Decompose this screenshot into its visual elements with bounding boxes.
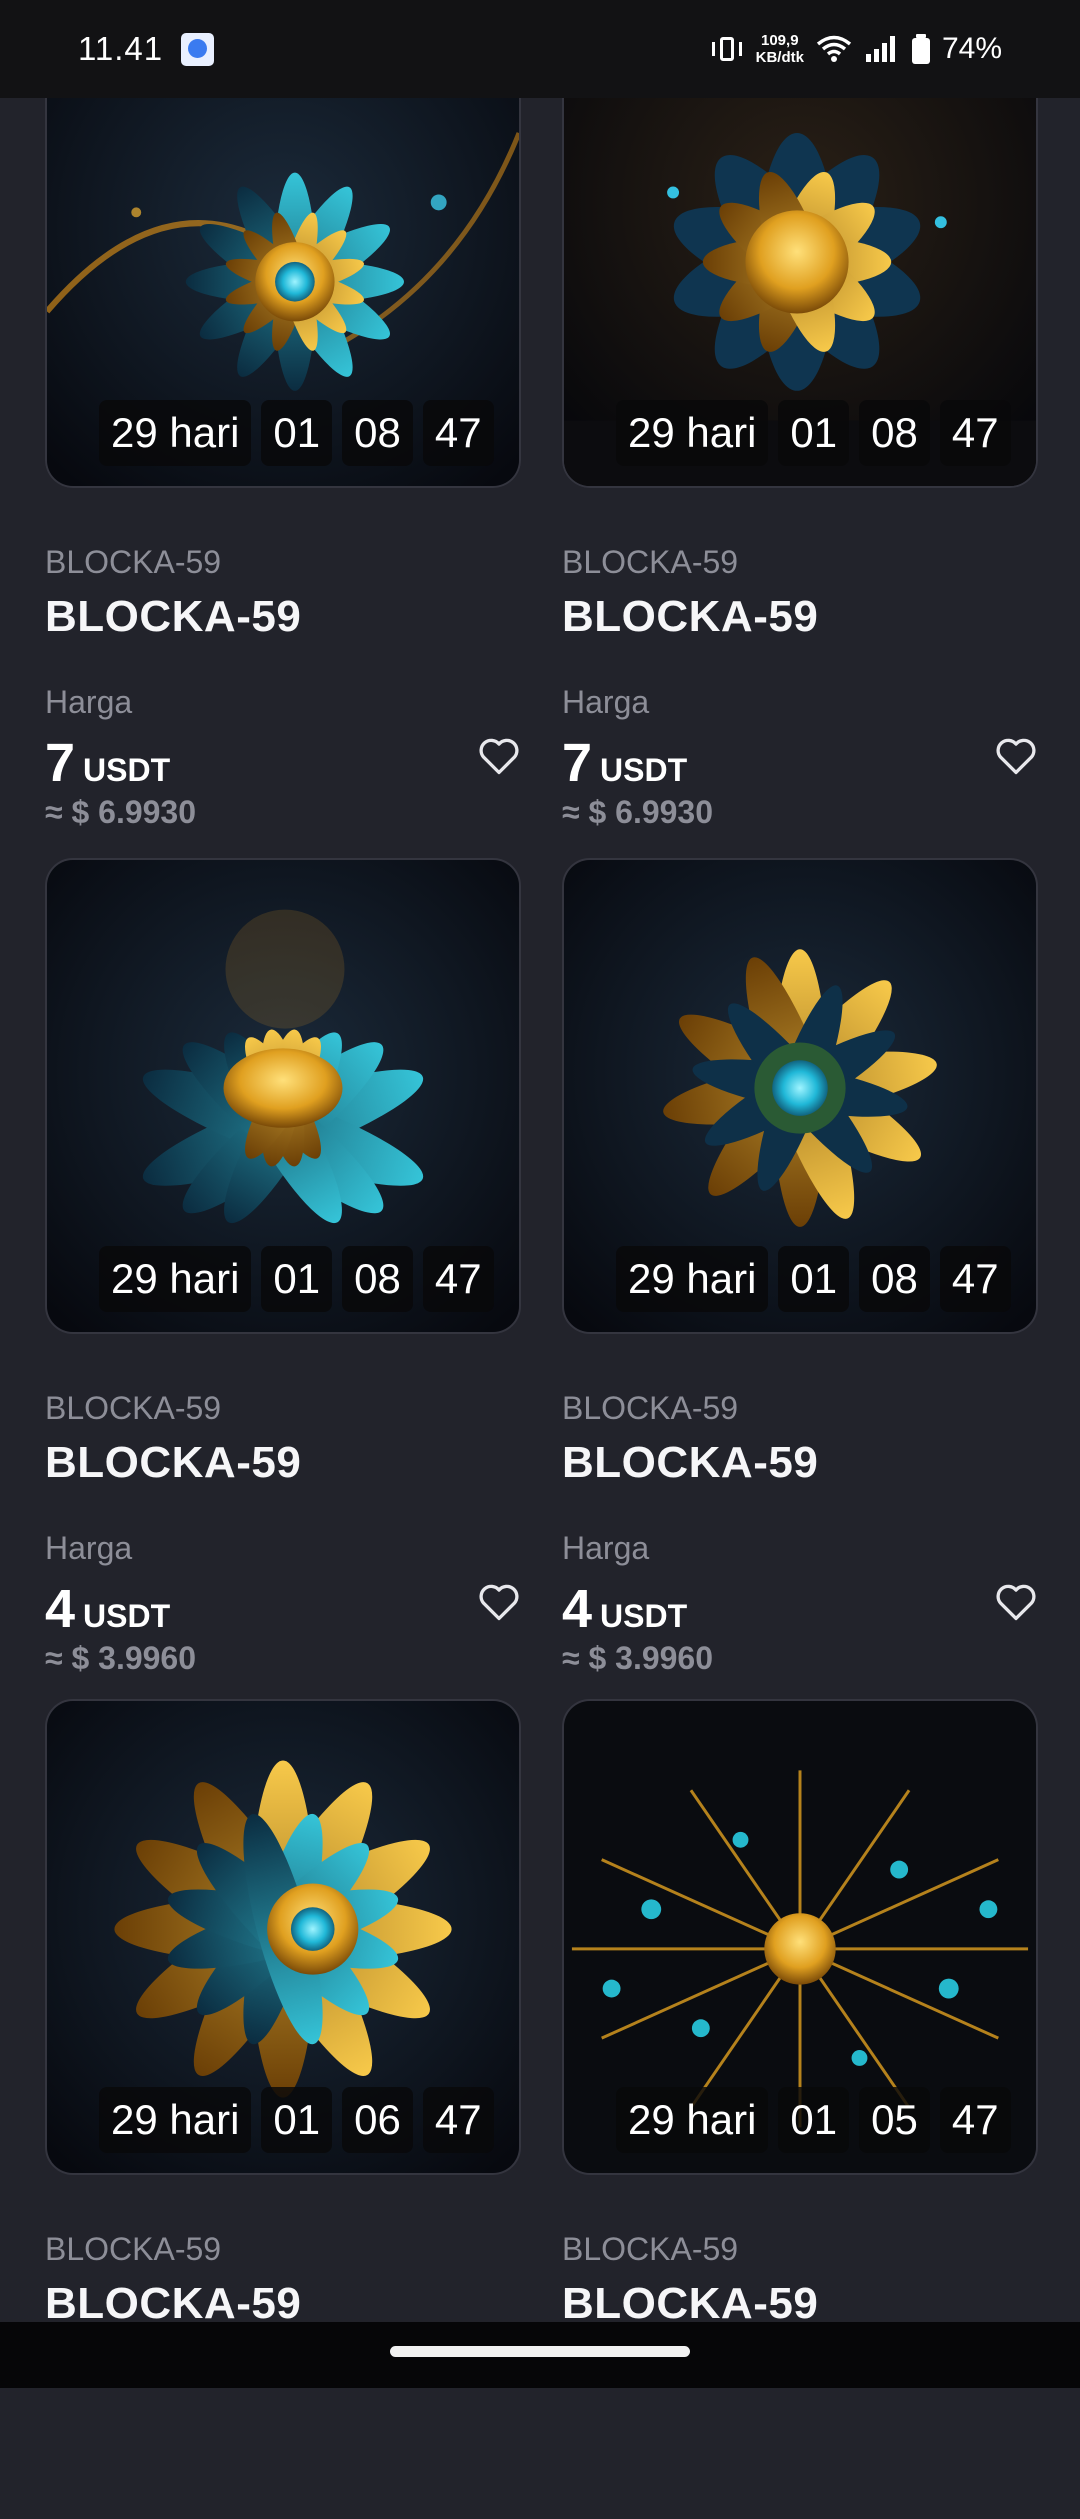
countdown-timer: 29 hari 01 08 47 [99,1246,494,1312]
countdown-timer: 29 hari 01 05 47 [616,2087,1011,2153]
countdown-minutes: 08 [859,400,930,466]
countdown-seconds: 47 [422,1246,494,1312]
product-card[interactable]: 29 hari 01 06 47 BLOCKA-59 BLOCKA-59 [45,1699,521,2519]
price-amount: 4 [562,1579,593,1639]
price-label: Harga [45,1530,133,1566]
price-usd: ≈ $ 3.9960 [45,1640,197,1676]
countdown-timer: 29 hari 01 08 47 [616,1246,1011,1312]
price: 4 USDT [45,1578,170,1640]
collection-name: BLOCKA-59 [562,544,739,580]
product-image[interactable]: 29 hari 01 05 47 [562,1699,1038,2175]
countdown-seconds: 47 [422,2087,494,2153]
product-image[interactable]: 29 hari 01 06 47 [45,1699,521,2175]
price-usd: ≈ $ 6.9930 [562,794,714,830]
countdown-hours: 01 [261,2087,333,2153]
price: 4 USDT [562,1578,687,1640]
price-amount: 7 [562,733,593,793]
price-label: Harga [45,684,133,720]
countdown-hours: 01 [778,1246,850,1312]
navigation-bar [0,2322,1080,2388]
countdown-minutes: 06 [342,2087,413,2153]
product-image[interactable]: 29 hari 01 08 47 [45,858,521,1334]
price-label: Harga [562,1530,650,1566]
countdown-minutes: 05 [859,2087,930,2153]
price-amount: 7 [45,733,76,793]
product-title: BLOCKA-59 [45,592,302,641]
price-currency: USDT [600,1598,688,1634]
collection-name: BLOCKA-59 [562,1390,739,1426]
collection-name: BLOCKA-59 [45,2231,222,2267]
home-indicator[interactable] [390,2346,690,2357]
countdown-minutes: 08 [342,1246,413,1312]
countdown-hours: 01 [261,400,333,466]
countdown-days: 29 hari [99,400,252,466]
price-usd: ≈ $ 6.9930 [45,794,197,830]
heart-icon[interactable] [994,734,1038,778]
countdown-days: 29 hari [99,2087,252,2153]
countdown-minutes: 08 [859,1246,930,1312]
product-title: BLOCKA-59 [562,592,819,641]
price-currency: USDT [83,752,171,788]
product-card[interactable]: 29 hari 01 05 47 BLOCKA-59 BLOCKA-59 [562,1699,1038,2519]
countdown-hours: 01 [778,2087,850,2153]
countdown-days: 29 hari [616,2087,769,2153]
product-card[interactable]: 29 hari 01 08 47 BLOCKA-59 BLOCKA-59 Har… [562,12,1038,832]
price: 7 USDT [562,732,687,794]
product-card[interactable]: 29 hari 01 08 47 BLOCKA-59 BLOCKA-59 Har… [45,12,521,832]
price-currency: USDT [83,1598,171,1634]
countdown-seconds: 47 [939,400,1011,466]
heart-icon[interactable] [477,734,521,778]
countdown-timer: 29 hari 01 08 47 [616,400,1011,466]
countdown-days: 29 hari [616,1246,769,1312]
price: 7 USDT [45,732,170,794]
countdown-timer: 29 hari 01 08 47 [99,400,494,466]
heart-icon[interactable] [994,1580,1038,1624]
product-image[interactable]: 29 hari 01 08 47 [562,98,1038,488]
product-image[interactable]: 29 hari 01 08 47 [45,98,521,488]
price-usd: ≈ $ 3.9960 [562,1640,714,1676]
heart-icon[interactable] [477,1580,521,1624]
product-title: BLOCKA-59 [45,1438,302,1487]
countdown-days: 29 hari [99,1246,252,1312]
product-card[interactable]: 29 hari 01 08 47 BLOCKA-59 BLOCKA-59 Har… [562,858,1038,1678]
countdown-hours: 01 [778,400,850,466]
countdown-seconds: 47 [939,2087,1011,2153]
price-currency: USDT [600,752,688,788]
product-card[interactable]: 29 hari 01 08 47 BLOCKA-59 BLOCKA-59 Har… [45,858,521,1678]
countdown-seconds: 47 [939,1246,1011,1312]
countdown-hours: 01 [261,1246,333,1312]
countdown-minutes: 08 [342,400,413,466]
collection-name: BLOCKA-59 [45,544,222,580]
collection-name: BLOCKA-59 [45,1390,222,1426]
price-amount: 4 [45,1579,76,1639]
product-image[interactable]: 29 hari 01 08 47 [562,858,1038,1334]
price-label: Harga [562,684,650,720]
countdown-timer: 29 hari 01 06 47 [99,2087,494,2153]
collection-name: BLOCKA-59 [562,2231,739,2267]
countdown-seconds: 47 [422,400,494,466]
countdown-days: 29 hari [616,400,769,466]
product-title: BLOCKA-59 [562,1438,819,1487]
